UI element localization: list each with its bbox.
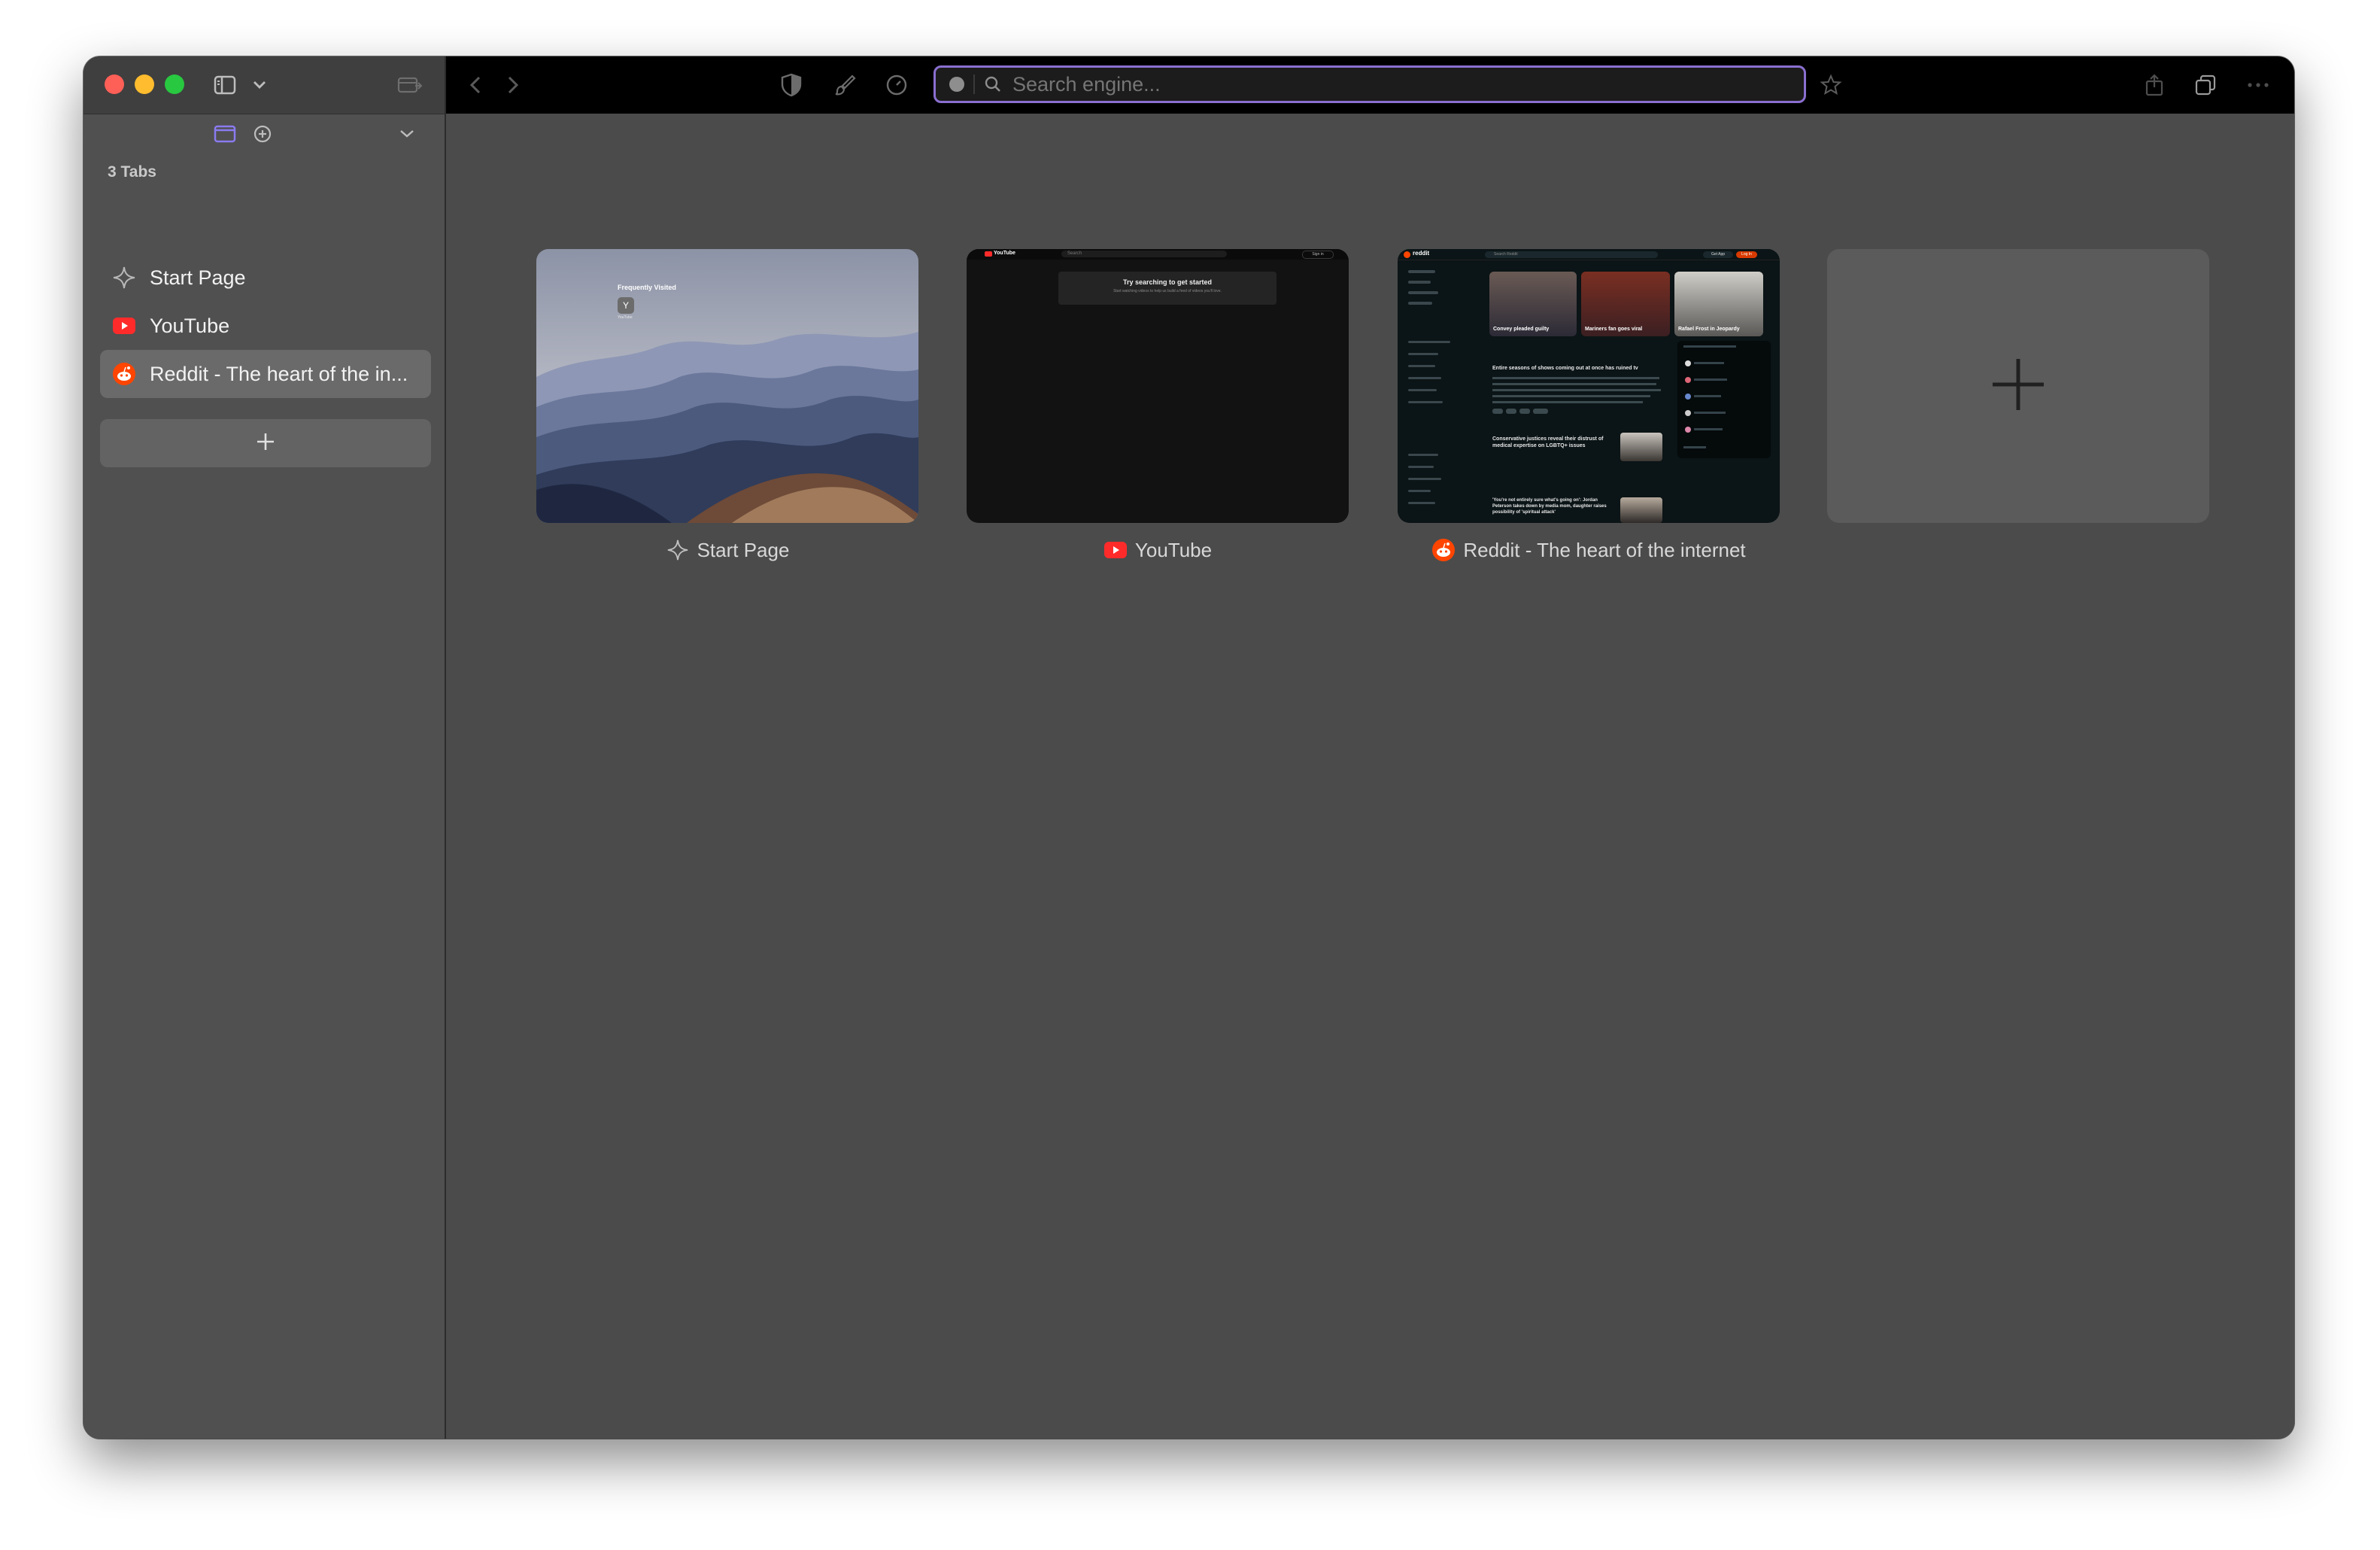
reddit-preview-card-3: Rafael Frost in Jeopardy [1674, 272, 1763, 336]
frequently-visited-heading: Frequently Visited [618, 284, 676, 291]
share-icon[interactable] [2140, 71, 2169, 99]
youtube-preview-heading: Try searching to get started [1122, 278, 1213, 286]
tab-card-start-page[interactable]: Frequently Visited Y YouTube [536, 249, 918, 523]
brush-icon[interactable] [831, 71, 860, 99]
youtube-icon [1103, 538, 1128, 562]
private-tab-group-icon[interactable] [250, 122, 275, 146]
sidebar-tab-label: YouTube [150, 314, 230, 337]
chevron-down-icon[interactable] [395, 125, 419, 143]
reddit-preview-card-2: Mariners fan goes viral [1581, 272, 1670, 336]
tab-card-youtube[interactable]: YouTube Search Sign in Try searching to … [967, 249, 1349, 523]
reddit-preview-search: Search Reddit [1485, 251, 1658, 258]
reddit-preview-post-title: Entire seasons of shows coming out at on… [1492, 366, 1638, 371]
browser-window: 3 Tabs Start Page YouTube Reddit - The h… [83, 56, 2294, 1439]
start-page-thumbnail [536, 249, 918, 523]
tab-group-icon[interactable] [211, 122, 238, 146]
sidebar-tab-reddit[interactable]: Reddit - The heart of the in... [100, 350, 431, 398]
reddit-preview-logo: reddit [1413, 250, 1430, 257]
tab-card-label-reddit: Reddit - The heart of the internet [1334, 535, 1844, 565]
sidebar-new-tab-button[interactable] [100, 419, 431, 467]
reddit-logo-icon [1404, 251, 1410, 258]
tab-card-reddit[interactable]: reddit Search Reddit Get App Log In Conv… [1398, 249, 1780, 523]
reddit-preview-card-title: Mariners fan goes viral [1585, 327, 1643, 332]
sparkle-icon [666, 538, 690, 562]
zoom-window-button[interactable] [165, 74, 184, 94]
sparkle-icon [111, 264, 138, 291]
youtube-logo-icon [985, 251, 992, 257]
tab-overview-grid: Frequently Visited Y YouTube Start Page … [446, 114, 2294, 1439]
reddit-preview-login: Log In [1736, 251, 1757, 258]
plus-icon [256, 432, 275, 455]
address-bar-divider [973, 74, 975, 94]
shield-icon[interactable] [777, 71, 806, 99]
tabs-count-label: 3 Tabs [108, 163, 156, 181]
tab-card-label-youtube: YouTube [967, 535, 1349, 565]
reddit-preview-post-title: 'You're not entirely sure what's going o… [1492, 498, 1607, 515]
sidebar-tab-group-bar [83, 114, 445, 152]
frequently-visited-tile-label: YouTube [618, 315, 633, 320]
youtube-preview-logo: YouTube [994, 251, 1015, 256]
reddit-preview-left-nav [1402, 266, 1474, 518]
frequently-visited-tile: Y [618, 297, 634, 314]
youtube-preview-search: Search [1061, 251, 1227, 257]
reddit-preview-card-1: Convey pleaded guilty [1489, 272, 1577, 336]
reddit-preview-right-panel [1677, 341, 1771, 458]
tab-card-title: Reddit - The heart of the internet [1463, 538, 1746, 561]
back-icon[interactable] [461, 71, 490, 99]
minimize-window-button[interactable] [135, 74, 154, 94]
tab-card-title: Start Page [697, 538, 790, 561]
tab-card-title: YouTube [1134, 538, 1213, 561]
reddit-preview-post-thumbnail [1620, 497, 1662, 523]
close-window-button[interactable] [105, 74, 124, 94]
site-info-icon[interactable] [949, 77, 964, 92]
sidebar-tab-youtube[interactable]: YouTube [100, 302, 431, 350]
reddit-preview-post-body [1492, 375, 1664, 421]
reddit-preview-card-title: Rafael Frost in Jeopardy [1678, 327, 1740, 332]
sidebar-tab-label: Start Page [150, 266, 246, 289]
speed-dial-icon[interactable] [882, 71, 911, 99]
reddit-icon [1431, 538, 1456, 562]
reddit-preview-card-title: Convey pleaded guilty [1493, 327, 1550, 332]
reddit-preview-post-title: Conservative justices reveal their distr… [1492, 436, 1604, 448]
forward-icon[interactable] [499, 71, 527, 99]
sidebar-toggle-icon[interactable] [211, 71, 238, 99]
sidebar: 3 Tabs Start Page YouTube Reddit - The h… [83, 56, 446, 1439]
more-options-icon[interactable] [2244, 71, 2272, 99]
sidebar-titlebar [83, 56, 445, 114]
tab-overview-icon[interactable] [2191, 71, 2220, 99]
youtube-icon [111, 312, 138, 339]
toolbar [446, 56, 2294, 114]
youtube-preview-subtext: Start watching videos to help us build a… [1113, 289, 1222, 293]
search-input[interactable] [1011, 71, 1766, 97]
sidebar-tab-label: Reddit - The heart of the in... [150, 362, 408, 385]
plus-icon [1990, 356, 2047, 417]
search-icon [984, 75, 1002, 93]
new-tab-card[interactable] [1827, 249, 2209, 523]
address-bar[interactable] [933, 65, 1806, 103]
chevron-down-icon[interactable] [249, 74, 270, 96]
reddit-preview-get-app: Get App [1703, 251, 1733, 258]
bookmark-star-icon[interactable] [1817, 71, 1845, 99]
reddit-icon [111, 360, 138, 388]
sidebar-tab-start-page[interactable]: Start Page [100, 254, 431, 302]
youtube-preview-sign-in: Sign in [1302, 251, 1334, 259]
tab-overview-icon[interactable] [395, 71, 425, 99]
reddit-preview-post-thumbnail [1620, 433, 1662, 461]
tab-card-label-start-page: Start Page [536, 535, 918, 565]
youtube-preview-prompt-box: Try searching to get started Start watch… [1058, 272, 1277, 305]
